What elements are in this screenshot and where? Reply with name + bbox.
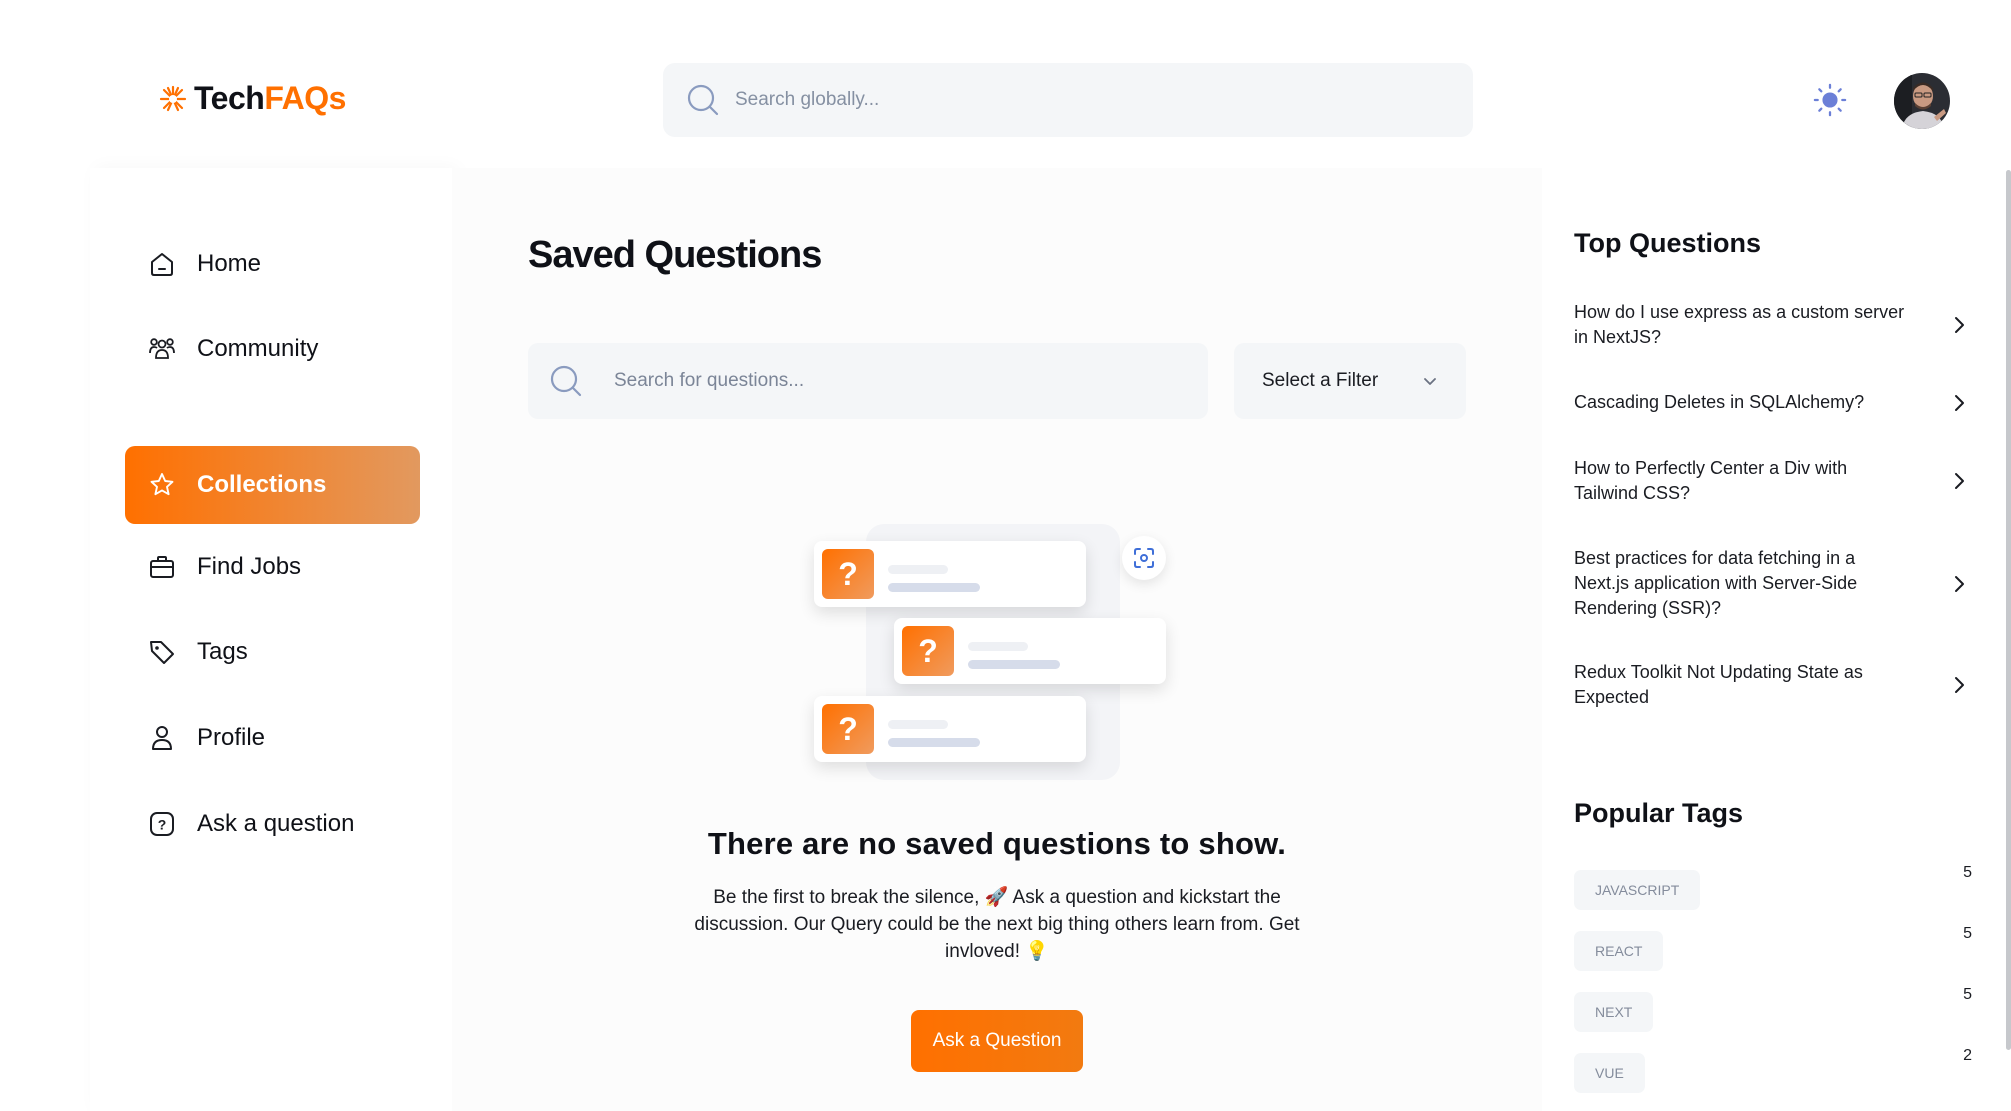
empty-state-illustration: ? ? ?	[814, 524, 1184, 794]
popular-tags-heading: Popular Tags	[1574, 798, 1744, 828]
filter-select-label: Select a Filter	[1262, 370, 1379, 391]
scan-icon	[1122, 536, 1166, 580]
sidebar-item-collections[interactable]: Collections	[125, 446, 420, 524]
logo-text-suffix: FAQs	[264, 80, 346, 116]
top-questions-heading: Top Questions	[1574, 228, 1761, 258]
chevron-right-icon	[1955, 394, 1964, 411]
tag-badge[interactable]: vue	[1574, 1053, 1645, 1093]
top-question-text: How do I use express as a custom server …	[1574, 302, 1905, 347]
sidebar-item-label: Ask a question	[197, 810, 355, 837]
global-search-input[interactable]	[735, 89, 1435, 111]
illustration-card: ?	[894, 618, 1166, 684]
question-icon: ?	[150, 812, 174, 836]
illustration-card: ?	[814, 696, 1086, 762]
empty-state-description: Be the first to break the silence, 🚀 Ask…	[694, 887, 1300, 962]
sidebar-item-label: Tags	[197, 638, 248, 665]
chevron-right-icon	[1955, 473, 1964, 489]
sidebar-item-home[interactable]: Home	[125, 225, 420, 303]
tag-question-count: 5	[1963, 864, 1972, 881]
placeholder-line	[968, 660, 1060, 669]
chevron-right-icon	[1955, 677, 1964, 693]
sidebar-item-label: Find Jobs	[197, 553, 302, 580]
ask-question-button[interactable]: Ask a Question	[911, 1010, 1083, 1072]
top-question-item[interactable]: How do I use express as a custom server …	[1574, 300, 1974, 350]
question-mark-icon: ?	[902, 626, 954, 676]
svg-text:?: ?	[158, 817, 167, 833]
sidebar-item-label: Profile	[197, 724, 266, 751]
top-navbar: TechFAQs	[0, 0, 2011, 168]
tag-question-count: 5	[1963, 986, 1972, 1003]
top-question-text: How to Perfectly Center a Div with Tailw…	[1574, 458, 1848, 503]
tag-icon	[150, 641, 174, 664]
sidebar-item-find-jobs[interactable]: Find Jobs	[125, 528, 420, 606]
popular-tag-row[interactable]: next 5	[1574, 986, 1974, 1032]
top-question-item[interactable]: How to Perfectly Center a Div with Tailw…	[1574, 456, 1974, 506]
star-icon	[150, 473, 174, 496]
search-icon	[687, 84, 719, 116]
question-mark-icon: ?	[822, 549, 874, 599]
scan-glyph-icon	[1134, 548, 1154, 568]
tag-badge[interactable]: javascript	[1574, 870, 1701, 910]
chevron-right-icon	[1955, 317, 1964, 333]
avatar-photo-icon	[1894, 73, 1950, 129]
page-scrollbar[interactable]	[2006, 170, 2011, 1050]
chevron-down-icon	[1424, 378, 1436, 385]
question-search-bar[interactable]	[528, 343, 1208, 419]
site-logo[interactable]: TechFAQs	[156, 80, 346, 117]
sidebar-item-ask-question[interactable]: ? Ask a question	[125, 785, 420, 863]
placeholder-line	[888, 583, 980, 592]
top-question-item[interactable]: Cascading Deletes in SQLAlchemy?	[1574, 390, 1974, 415]
sidebar-item-label: Home	[197, 250, 262, 277]
placeholder-line	[888, 738, 980, 747]
logo-burst-icon	[159, 85, 187, 111]
sidebar-item-profile[interactable]: Profile	[125, 699, 420, 777]
placeholder-line	[968, 642, 1028, 651]
user-avatar[interactable]	[1894, 73, 1950, 129]
sidebar-item-label: Collections	[197, 471, 327, 498]
right-sidebar: Top Questions How do I use express as a …	[1542, 168, 2011, 1111]
empty-state-title: There are no saved questions to show.	[707, 826, 1287, 861]
sidebar-item-label: Community	[197, 335, 319, 362]
popular-tag-row[interactable]: javascript 5	[1574, 864, 1974, 910]
top-question-text: Best practices for data fetching in a Ne…	[1574, 548, 1858, 618]
tag-question-count: 2	[1963, 1047, 1972, 1064]
top-question-text: Cascading Deletes in SQLAlchemy?	[1574, 392, 1865, 412]
placeholder-line	[888, 720, 948, 729]
sun-icon	[1813, 83, 1847, 117]
question-search-input[interactable]	[614, 370, 1194, 392]
theme-toggle-button[interactable]	[1812, 82, 1848, 118]
popular-tag-row[interactable]: vue 2	[1574, 1047, 1974, 1093]
popular-tag-row[interactable]: react 5	[1574, 925, 1974, 971]
users-icon	[149, 338, 175, 359]
top-question-item[interactable]: Redux Toolkit Not Updating State as Expe…	[1574, 660, 1974, 710]
page-title: Saved Questions	[528, 234, 822, 276]
tag-badge[interactable]: next	[1574, 992, 1654, 1032]
search-icon	[550, 365, 582, 397]
sidebar-item-tags[interactable]: Tags	[125, 613, 420, 691]
tag-badge[interactable]: react	[1574, 931, 1664, 971]
question-mark-icon: ?	[822, 704, 874, 754]
top-question-text: Redux Toolkit Not Updating State as Expe…	[1574, 662, 1863, 707]
left-sidebar: Home Community Collections Find Jobs Tag…	[90, 168, 452, 1111]
main-content: Saved Questions Select a Filter ? ? ?	[452, 168, 1542, 1111]
user-icon	[152, 726, 172, 750]
illustration-card: ?	[814, 541, 1086, 607]
filter-select[interactable]: Select a Filter	[1234, 343, 1466, 419]
global-search-bar[interactable]	[663, 63, 1473, 137]
placeholder-line	[888, 565, 948, 574]
sidebar-item-community[interactable]: Community	[125, 310, 420, 388]
chevron-right-icon	[1955, 575, 1964, 592]
tag-question-count: 5	[1963, 925, 1972, 942]
home-icon	[151, 253, 173, 276]
logo-text: TechFAQs	[194, 80, 346, 117]
briefcase-icon	[150, 556, 174, 578]
top-question-item[interactable]: Best practices for data fetching in a Ne…	[1574, 546, 1974, 621]
logo-text-prefix: Tech	[194, 80, 265, 116]
